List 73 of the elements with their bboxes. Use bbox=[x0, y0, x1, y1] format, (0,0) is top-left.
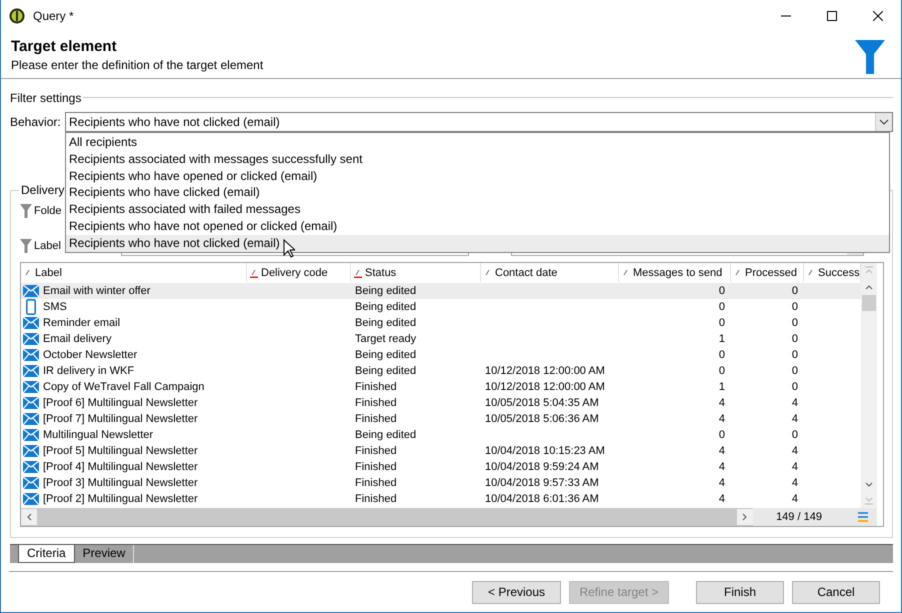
messages-count: 0 bbox=[718, 300, 725, 315]
messages-count: 0 bbox=[718, 428, 725, 443]
delivery-label: Multilingual Newsletter bbox=[43, 428, 154, 443]
processed-count: 4 bbox=[792, 396, 798, 411]
processed-count: 0 bbox=[792, 364, 798, 379]
contact-date: 10/04/2018 10:15:23 AM bbox=[485, 444, 605, 459]
delivery-status: Being edited bbox=[355, 428, 416, 443]
behavior-label: Behavior: bbox=[10, 115, 62, 129]
delivery-label: SMS bbox=[43, 300, 67, 315]
label-filter-label: Label bbox=[34, 240, 61, 252]
processed-count: 4 bbox=[792, 476, 798, 491]
delivery-label: [Proof 7] Multilingual Newsletter bbox=[43, 412, 198, 427]
group-legend: Delivery bbox=[19, 183, 66, 197]
section-legend: Filter settings bbox=[10, 90, 82, 104]
messages-count: 4 bbox=[718, 444, 725, 459]
delivery-label: [Proof 5] Multilingual Newsletter bbox=[43, 444, 198, 459]
messages-count: 0 bbox=[718, 348, 725, 363]
contact-date: 10/12/2018 12:00:00 AM bbox=[485, 380, 605, 395]
messages-count: 1 bbox=[718, 380, 725, 395]
messages-count: 4 bbox=[718, 492, 725, 507]
messages-count: 0 bbox=[718, 364, 725, 379]
delivery-label: [Proof 2] Multilingual Newsletter bbox=[43, 492, 198, 507]
delivery-label: [Proof 4] Multilingual Newsletter bbox=[43, 460, 198, 475]
contact-date: 10/05/2018 5:04:35 AM bbox=[485, 396, 599, 411]
delivery-status: Being edited bbox=[355, 316, 416, 331]
folder-label: Folde bbox=[34, 205, 62, 217]
delivery-status: Finished bbox=[355, 492, 397, 507]
delivery-status: Being edited bbox=[355, 364, 416, 379]
processed-count: 0 bbox=[792, 380, 798, 395]
delivery-status: Finished bbox=[355, 476, 397, 491]
contact-date: 10/04/2018 6:01:36 AM bbox=[485, 492, 599, 507]
messages-count: 0 bbox=[718, 316, 725, 331]
messages-count: 4 bbox=[718, 412, 725, 427]
messages-count: 4 bbox=[718, 476, 725, 491]
delivery-status: Finished bbox=[355, 380, 397, 395]
record-count: 149 / 149 bbox=[775, 511, 823, 523]
delivery-label: Copy of WeTravel Fall Campaign bbox=[43, 380, 204, 395]
processed-count: 0 bbox=[792, 316, 798, 331]
delivery-status: Finished bbox=[355, 396, 397, 411]
contact-date: 10/12/2018 12:00:00 AM bbox=[485, 364, 605, 379]
contact-date: 10/05/2018 5:06:36 AM bbox=[485, 412, 599, 427]
delivery-label: Email delivery bbox=[43, 332, 112, 347]
delivery-status: Being edited bbox=[355, 300, 416, 315]
delivery-status: Finished bbox=[355, 412, 397, 427]
window-title: Query * bbox=[33, 9, 74, 23]
delivery-status: Target ready bbox=[355, 332, 416, 347]
messages-count: 4 bbox=[718, 396, 725, 411]
processed-count: 4 bbox=[792, 444, 798, 459]
messages-count: 0 bbox=[718, 284, 725, 299]
processed-count: 4 bbox=[792, 460, 798, 475]
delivery-status: Being edited bbox=[355, 348, 416, 363]
delivery-label: Reminder email bbox=[43, 316, 120, 331]
delivery-label: Email with winter offer bbox=[43, 284, 150, 299]
processed-count: 4 bbox=[792, 412, 798, 427]
delivery-label: [Proof 6] Multilingual Newsletter bbox=[43, 396, 198, 411]
delivery-label: October Newsletter bbox=[43, 348, 138, 363]
delivery-label: [Proof 3] Multilingual Newsletter bbox=[43, 476, 198, 491]
delivery-status: Being edited bbox=[355, 284, 416, 299]
page-subtitle: Please enter the definition of the target element bbox=[11, 58, 264, 72]
processed-count: 0 bbox=[792, 300, 798, 315]
contact-date: 10/04/2018 9:57:33 AM bbox=[485, 476, 599, 491]
processed-count: 0 bbox=[792, 284, 798, 299]
delivery-label: IR delivery in WKF bbox=[43, 364, 134, 379]
processed-count: 4 bbox=[792, 492, 798, 507]
processed-count: 0 bbox=[792, 348, 798, 363]
processed-count: 0 bbox=[792, 428, 798, 443]
delivery-status: Finished bbox=[355, 444, 397, 459]
contact-date: 10/04/2018 9:59:24 AM bbox=[485, 460, 599, 475]
processed-count: 0 bbox=[792, 332, 798, 347]
delivery-status: Finished bbox=[355, 460, 397, 475]
messages-count: 4 bbox=[718, 460, 725, 475]
messages-count: 1 bbox=[718, 332, 725, 347]
page-title: Target element bbox=[11, 38, 118, 55]
